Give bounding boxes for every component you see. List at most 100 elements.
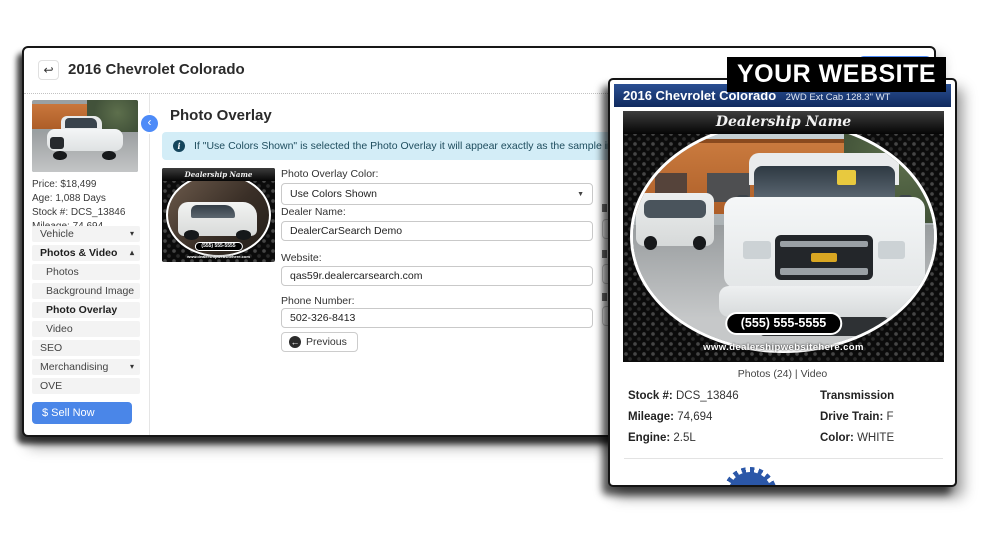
caret-down-icon: ▾ <box>130 226 134 242</box>
photo-overlay-color-label: Photo Overlay Color: <box>281 168 378 180</box>
thumb-truck <box>47 116 123 161</box>
select-caret-icon: ▼ <box>577 185 584 205</box>
back-button[interactable]: ↩ <box>38 60 59 80</box>
alert-text: If "Use Colors Shown" is selected the Ph… <box>194 140 666 152</box>
website-overlay: www.dealershipwebsitehere.com <box>623 342 944 353</box>
detail-transmission: Transmission <box>820 386 894 407</box>
sidebar-item-vehicle[interactable]: Vehicle ▾ <box>32 226 140 242</box>
clipped-field-label-fragment <box>602 293 607 301</box>
sidebar-menu: Vehicle ▾ Photos & Video ▴ Photos Backgr… <box>32 226 140 397</box>
detail-stock: Stock #: DCS_13846 <box>628 386 739 407</box>
menu-label: Background Image <box>46 285 134 297</box>
sidebar-item-background-image[interactable]: Background Image <box>32 283 140 299</box>
sample-suv-wheel <box>236 230 250 239</box>
detail-label: Transmission <box>820 390 894 402</box>
photo-overlay-color-select[interactable]: Use Colors Shown ▼ <box>281 183 593 205</box>
detail-value: 74,694 <box>677 411 712 423</box>
truck-windshield <box>754 166 895 199</box>
website-input[interactable] <box>281 266 593 286</box>
page-title: 2016 Chevrolet Colorado <box>68 61 245 78</box>
detail-label: Color: <box>820 432 854 444</box>
thumb-truck-wheel <box>102 151 116 161</box>
sample-phone-overlay: (555) 555-5555 <box>194 242 242 251</box>
collapse-sidebar-button[interactable]: ‹ <box>141 115 158 132</box>
vehicle-details-left: Stock #: DCS_13846 Mileage: 74,694 Engin… <box>628 386 739 449</box>
clipped-field-label-fragment <box>602 250 607 258</box>
video-link[interactable]: Video <box>801 368 828 380</box>
clipped-field-label-fragment <box>602 204 607 212</box>
panel-title: Photo Overlay <box>170 107 272 124</box>
menu-label: Photo Overlay <box>46 304 117 316</box>
suv-wheel <box>644 236 657 250</box>
your-website-ribbon: YOUR WEBSITE <box>727 57 946 92</box>
detail-value: WHITE <box>857 432 894 444</box>
dealer-name-label: Dealer Name: <box>281 206 346 218</box>
sell-now-button[interactable]: $ Sell Now <box>32 402 132 424</box>
suv-glass <box>644 200 707 219</box>
stat-age: Age: 1,088 Days <box>32 192 125 206</box>
stat-stock: Stock #: DCS_13846 <box>32 206 125 220</box>
thumb-truck-glass <box>65 118 97 128</box>
sidebar-item-merchandising[interactable]: Merchandising ▾ <box>32 359 140 375</box>
scene-background-suv <box>636 193 714 245</box>
back-arrow-icon: ↩ <box>43 63 53 77</box>
menu-label: OVE <box>40 380 62 392</box>
caret-down-icon: ▾ <box>130 359 134 375</box>
photos-link[interactable]: Photos (24) <box>738 368 792 380</box>
phone-number-input[interactable] <box>281 308 593 328</box>
menu-label: Photos <box>46 266 79 278</box>
sample-suv-wheel <box>184 230 198 239</box>
detail-label: Mileage: <box>628 411 674 423</box>
media-separator: | <box>792 368 801 380</box>
info-icon: i <box>173 140 185 152</box>
chevron-left-icon: ‹ <box>148 115 152 129</box>
grille-bar <box>780 268 869 274</box>
details-divider <box>624 458 943 459</box>
select-value: Use Colors Shown <box>290 188 377 200</box>
vehicle-trim: 2WD Ext Cab 128.3" WT <box>786 92 891 103</box>
left-arrow-icon: ← <box>289 336 301 348</box>
thumb-truck-wheel <box>53 151 67 161</box>
chevrolet-bowtie-badge <box>811 253 837 262</box>
vehicle-details-right: Transmission Drive Train: F Color: WHITE <box>820 386 894 449</box>
sample-dealership-banner: Dealership Name <box>162 168 275 181</box>
menu-label: SEO <box>40 342 62 354</box>
blue-seal-badge <box>713 465 787 487</box>
website-label: Website: <box>281 252 322 264</box>
menu-label: Video <box>46 323 73 335</box>
truck-price-sticker <box>837 170 856 185</box>
detail-label: Drive Train: <box>820 411 883 423</box>
detail-label: Engine: <box>628 432 670 444</box>
media-links: Photos (24) | Video <box>610 368 955 380</box>
previous-button[interactable]: ← Previous <box>281 332 358 352</box>
sidebar-item-photos-video[interactable]: Photos & Video ▴ <box>32 245 140 261</box>
detail-color: Color: WHITE <box>820 428 894 449</box>
detail-value: 2.5L <box>673 432 695 444</box>
sidebar-item-seo[interactable]: SEO <box>32 340 140 356</box>
dealership-name-banner: Dealership Name <box>623 111 944 134</box>
sample-suv <box>178 202 257 236</box>
sidebar-item-photo-overlay[interactable]: Photo Overlay <box>32 302 140 318</box>
vehicle-photo-with-overlay: Dealership Name (555) 555-5555 www.deale… <box>623 111 944 362</box>
menu-label: Merchandising <box>40 361 108 373</box>
grille-bar <box>780 241 869 247</box>
sidebar-item-video[interactable]: Video <box>32 321 140 337</box>
caret-up-icon: ▴ <box>130 245 134 261</box>
detail-drivetrain: Drive Train: F <box>820 407 894 428</box>
website-preview-window: 2016 Chevrolet Colorado 2WD Ext Cab 128.… <box>608 78 957 487</box>
phone-number-label: Phone Number: <box>281 295 355 307</box>
detail-mileage: Mileage: 74,694 <box>628 407 739 428</box>
detail-engine: Engine: 2.5L <box>628 428 739 449</box>
overlay-sample-image: Dealership Name (555) 555-5555 www.deale… <box>162 168 275 262</box>
detail-value: DCS_13846 <box>676 390 739 402</box>
detail-label: Stock #: <box>628 390 673 402</box>
sample-suv-glass <box>191 205 235 218</box>
sidebar: Price: $18,499 Age: 1,088 Days Stock #: … <box>24 94 150 435</box>
vehicle-thumbnail[interactable] <box>32 100 138 172</box>
sidebar-item-ove[interactable]: OVE <box>32 378 140 394</box>
truck-headlight <box>878 241 906 258</box>
dealer-name-input[interactable] <box>281 221 593 241</box>
sidebar-item-photos[interactable]: Photos <box>32 264 140 280</box>
previous-label: Previous <box>306 336 347 348</box>
stat-price: Price: $18,499 <box>32 178 125 192</box>
